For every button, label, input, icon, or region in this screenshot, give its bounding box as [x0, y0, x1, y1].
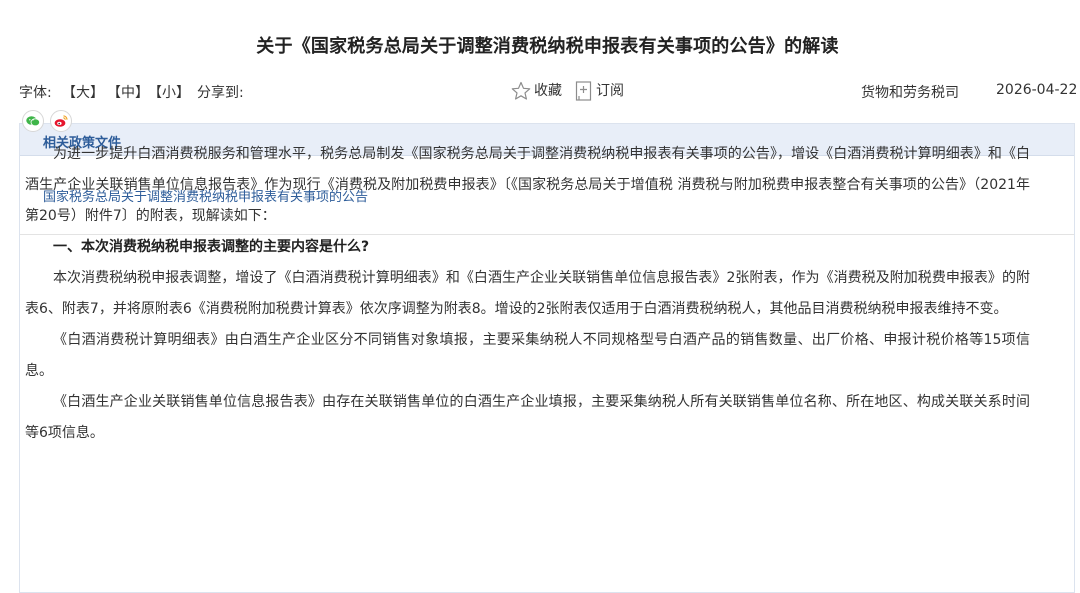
share-label: 分享到: — [197, 85, 244, 101]
share-weibo-button[interactable] — [50, 110, 72, 132]
subscribe-icon — [575, 81, 592, 101]
share-wechat-button[interactable] — [22, 110, 44, 132]
wechat-icon — [26, 116, 41, 127]
publish-date: 2026-04-22 — [996, 82, 1078, 98]
font-size-small-button[interactable]: 【小】 — [148, 82, 190, 102]
font-size-medium-button[interactable]: 【中】 — [107, 82, 149, 102]
paragraph: 本次消费税纳税申报表调整，增设了《白酒消费税计算明细表》和《白酒生产企业关联销售… — [25, 270, 1030, 317]
paragraph: 《白酒消费税计算明细表》由白酒生产企业区分不同销售对象填报，主要采集纳税人不同规… — [25, 332, 1030, 379]
favorite-button[interactable]: 收藏 — [510, 80, 562, 102]
subscribe-label: 订阅 — [596, 83, 624, 99]
page-title: 关于《国家税务总局关于调整消费税纳税申报表有关事项的公告》的解读 — [256, 36, 839, 57]
subscribe-button[interactable]: 订阅 — [574, 80, 624, 102]
section-heading: 一、本次消费税纳税申报表调整的主要内容是什么? — [53, 239, 370, 255]
paragraph: 为进一步提升白酒消费税服务和管理水平，税务总局制发《国家税务总局关于调整消费税纳… — [25, 146, 1030, 224]
article-body: 为进一步提升白酒消费税服务和管理水平，税务总局制发《国家税务总局关于调整消费税纳… — [25, 139, 1030, 449]
weibo-icon — [54, 115, 68, 127]
article-toolbar: 字体: 【大】 【中】 【小】 分享到: 收藏 订阅 货物和劳务税司 2026-… — [0, 80, 1080, 104]
favorite-label: 收藏 — [534, 83, 562, 99]
star-icon — [511, 81, 531, 100]
font-size-large-button[interactable]: 【大】 — [62, 82, 104, 102]
paragraph: 《白酒生产企业关联销售单位信息报告表》由存在关联销售单位的白酒生产企业填报，主要… — [25, 394, 1030, 441]
department-name: 货物和劳务税司 — [861, 85, 959, 101]
font-size-label: 字体: — [19, 85, 52, 101]
